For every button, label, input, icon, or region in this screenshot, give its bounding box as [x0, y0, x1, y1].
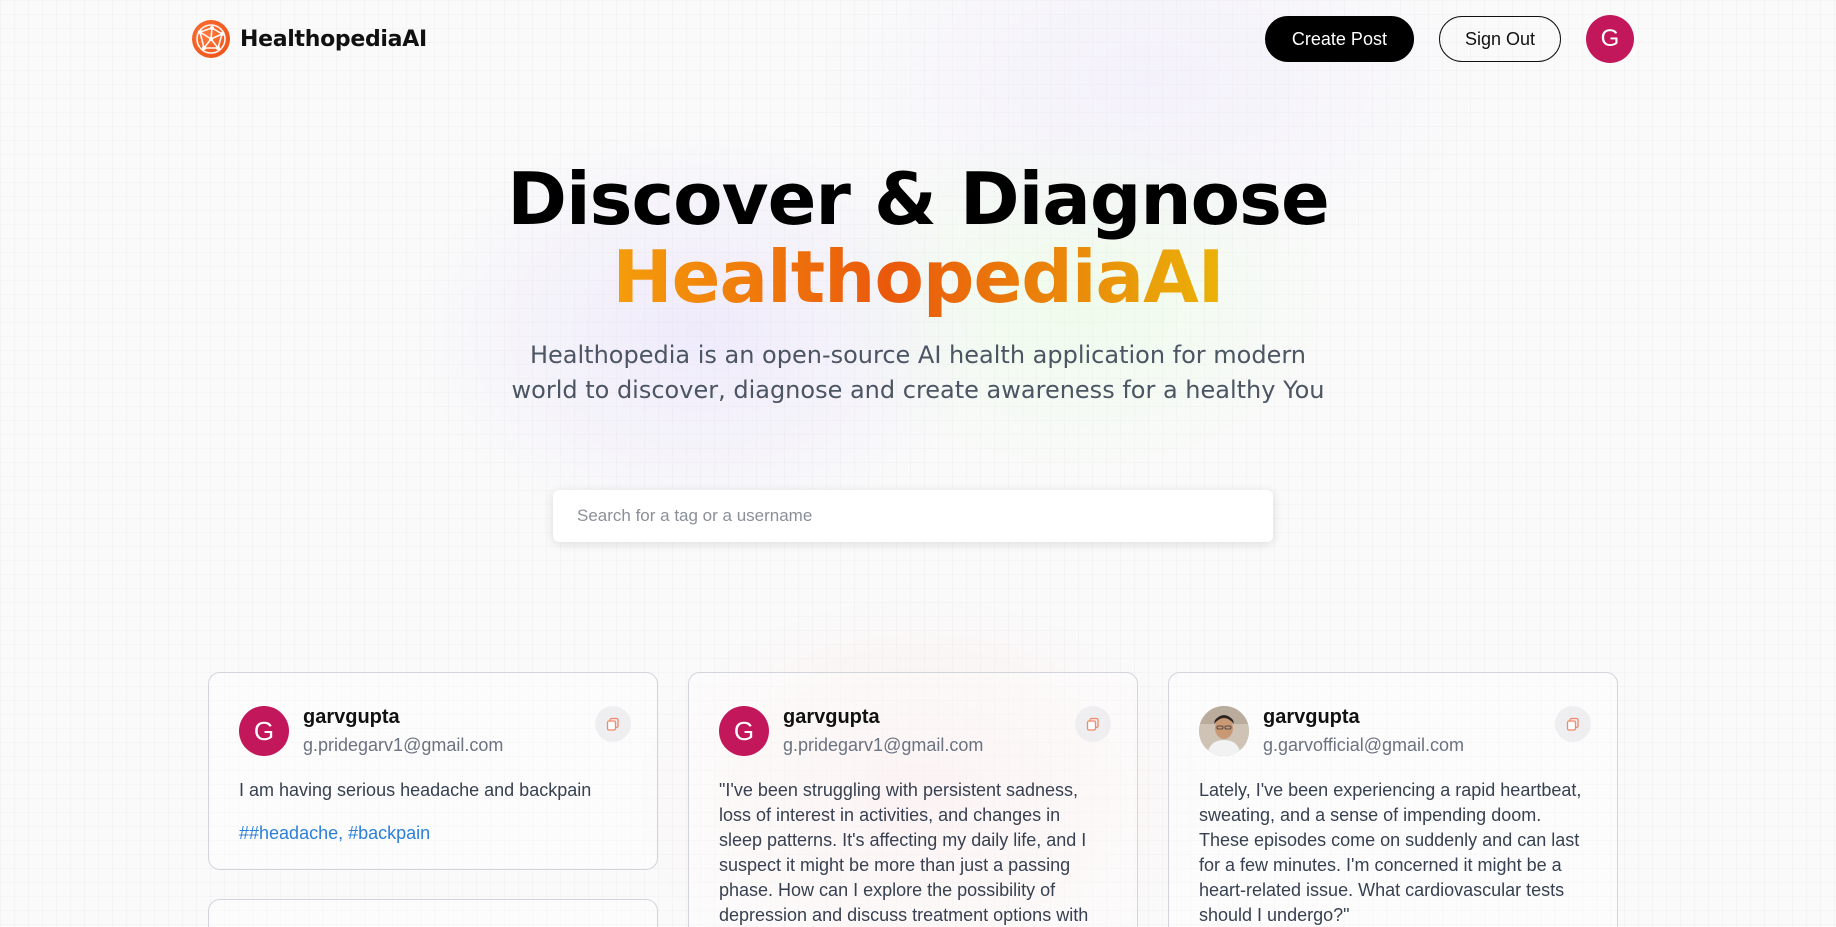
user-email: g.garvofficial@gmail.com	[1263, 735, 1465, 755]
hero-section: Discover & Diagnose HealthopediaAI Healt…	[0, 160, 1836, 408]
profile-avatar[interactable]: G	[1586, 15, 1634, 63]
user-email: g.pridegarv1@gmail.com	[303, 735, 504, 755]
hero-title-line1: Discover & Diagnose	[507, 157, 1330, 241]
post-text: I am having serious headache and backpai…	[239, 780, 592, 800]
globe-network-icon	[192, 20, 230, 58]
copy-icon	[606, 717, 619, 731]
copy-button[interactable]	[595, 706, 631, 742]
user-email: g.pridegarv1@gmail.com	[783, 735, 984, 755]
top-nav: HealthopediaAI Create Post Sign Out G	[192, 14, 1634, 64]
hero-title: Discover & Diagnose HealthopediaAI	[0, 160, 1836, 316]
username: garvgupta	[1263, 706, 1360, 728]
hero-title-line2: HealthopediaAI	[612, 235, 1224, 319]
user-info: garvgupta g.pridegarv1@gmail.com	[303, 706, 503, 756]
post-card-header[interactable]: G garvgupta g.pridegarv1@gmail.com	[719, 706, 1111, 756]
post-text: "I've been struggling with persistent sa…	[719, 780, 1089, 925]
copy-button[interactable]	[1075, 706, 1111, 742]
post-text: Lately, I've been experiencing a rapid h…	[1199, 780, 1582, 925]
user-avatar[interactable]: G	[719, 706, 769, 756]
user-avatar[interactable]: G	[239, 706, 289, 756]
search-input[interactable]	[577, 506, 1249, 526]
copy-icon	[1566, 717, 1579, 731]
post-tags[interactable]: ##headache, #backpain	[239, 823, 627, 844]
username: garvgupta	[783, 706, 880, 728]
create-post-button[interactable]: Create Post	[1264, 16, 1414, 62]
search-bar	[553, 490, 1273, 542]
sign-out-button[interactable]: Sign Out	[1438, 16, 1561, 62]
post-card: G garvgupta g.pridegarv1@gmail.com "I've…	[688, 672, 1138, 927]
user-avatar[interactable]	[1199, 706, 1249, 756]
copy-icon	[1086, 717, 1099, 731]
post-card-header[interactable]: G garvgupta g.pridegarv1@gmail.com	[239, 706, 631, 756]
user-info: garvgupta g.garvofficial@gmail.com	[1263, 706, 1464, 756]
post-card: G garvgupta g.pridegarv1@gmail.com I am …	[208, 672, 658, 870]
hero-description: Healthopedia is an open-source AI health…	[511, 341, 1325, 404]
copy-button[interactable]	[1555, 706, 1591, 742]
username: garvgupta	[303, 706, 400, 728]
brand-link[interactable]: HealthopediaAI	[192, 20, 427, 58]
post-card-header[interactable]: garvgupta g.garvofficial@gmail.com	[1199, 706, 1591, 756]
user-info: garvgupta g.pridegarv1@gmail.com	[783, 706, 983, 756]
post-card	[208, 899, 658, 927]
brand-name: HealthopediaAI	[240, 26, 427, 52]
nav-actions: Create Post Sign Out G	[1264, 15, 1634, 63]
post-card: garvgupta g.garvofficial@gmail.com Latel…	[1168, 672, 1618, 927]
